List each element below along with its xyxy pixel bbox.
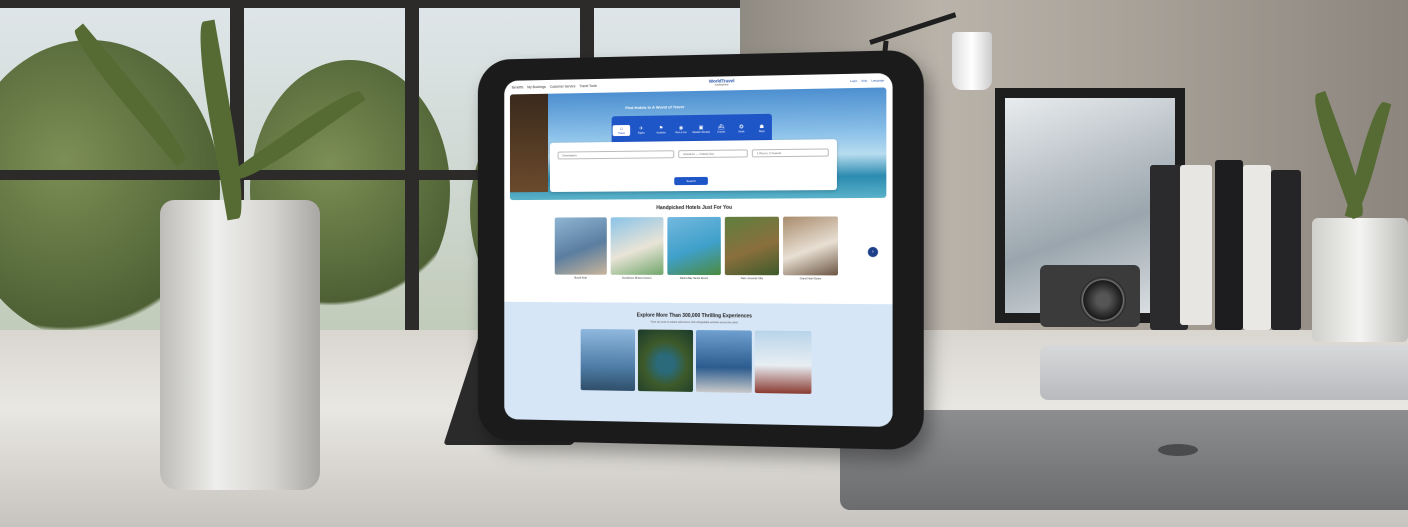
experience-card-mount-fuji[interactable] (754, 330, 811, 394)
chevron-right-icon: › (872, 248, 874, 256)
search-panel: Destination Check-In — Check-Out 1 Room,… (549, 139, 837, 193)
book (1271, 170, 1301, 330)
login-link[interactable]: Login (850, 79, 857, 83)
tablet-device: Benefits My Bookings Customer Service Tr… (477, 49, 924, 451)
tab-vacation-rentals[interactable]: ▣ Vacation Rentals (692, 124, 710, 133)
site-logo[interactable]: WorldTravel marketplace (709, 79, 735, 88)
nav-customer-service[interactable]: Customer Service (550, 84, 576, 88)
hotel-name: Palm Jumeirah Villa (740, 277, 763, 281)
hotel-name: Burj Al Arab (574, 276, 587, 280)
hotel-image (610, 217, 664, 275)
search-button[interactable]: Search (674, 176, 708, 186)
experience-card-statue-of-liberty[interactable] (580, 328, 635, 391)
hotel-card[interactable]: Marina Bay Sands Resort (667, 216, 721, 281)
hotel-name: Grand Hotel Suites (799, 277, 822, 281)
destination-input[interactable]: Destination (557, 150, 675, 160)
tab-label: Flights (637, 131, 645, 135)
hero-banner: Find Hotels In A World of Travel ⌂ Hotels… (509, 87, 887, 201)
carousel-next-button[interactable]: › (867, 246, 879, 258)
header-nav: Benefits My Bookings Customer Service Tr… (512, 84, 597, 90)
laptop-closed (1040, 345, 1408, 400)
tab-label: Deals (738, 129, 745, 133)
hotel-name: Excellence Riviera Cancun (622, 276, 652, 280)
camera (1040, 265, 1140, 327)
nav-benefits[interactable]: Benefits (512, 85, 524, 89)
laptop-closed (840, 410, 1408, 510)
book (1243, 165, 1271, 330)
nav-my-bookings[interactable]: My Bookings (527, 85, 546, 89)
hotel-image (724, 216, 780, 276)
hotel-image (667, 216, 721, 276)
tab-hotels[interactable]: ⌂ Hotels (612, 124, 631, 136)
nav-travel-tools[interactable]: Travel Tools (579, 84, 596, 88)
tab-label: Cruises (717, 130, 726, 134)
tab-cruises[interactable]: ⛴ Cruises (712, 124, 730, 133)
tab-label: Hotels (618, 131, 625, 135)
hotels-section-title: Handpicked Hotels Just For You (656, 204, 733, 212)
experiences-subtitle: From city tours to outdoor adventures, f… (650, 320, 738, 325)
lamp-shade (952, 32, 992, 90)
hotel-carousel: Burj Al Arab Excellence Riviera Cancun M… (504, 216, 892, 280)
hotel-card[interactable]: Burj Al Arab (554, 217, 607, 280)
guests-input[interactable]: 1 Room, 2 Guests (751, 148, 829, 158)
hotel-card[interactable]: Grand Hotel Suites (783, 216, 838, 280)
tab-stays[interactable]: ☗ Stays (753, 123, 771, 132)
tab-activities[interactable]: ⚑ Activities (652, 125, 670, 134)
book (1215, 160, 1243, 330)
hero-umbrella-image (509, 93, 549, 193)
tab-deals[interactable]: ✪ Deals (732, 124, 750, 133)
tablet-screen: Benefits My Bookings Customer Service Tr… (504, 72, 893, 428)
hotel-name: Marina Bay Sands Resort (679, 276, 709, 281)
tab-label: Rent a Car (675, 130, 687, 134)
white-vase (160, 200, 320, 490)
experiences-section: Explore More Than 300,000 Thrilling Expe… (504, 301, 893, 428)
experience-card-universal-studios[interactable] (695, 330, 752, 393)
hotel-image (554, 217, 607, 275)
window-mullion (0, 0, 760, 8)
book (1180, 165, 1212, 325)
tab-rent-a-car[interactable]: ◉ Rent a Car (672, 125, 690, 134)
language-link[interactable]: Language (871, 78, 884, 82)
logo-subtext: marketplace (714, 83, 729, 87)
hero-title: Find Hotels In A World of Travel (625, 104, 685, 111)
tab-label: Vacation Rentals (692, 130, 710, 134)
hotel-card[interactable]: Excellence Riviera Cancun (610, 217, 664, 280)
photo-scene: Benefits My Bookings Customer Service Tr… (0, 0, 1408, 527)
plant-pot (1312, 218, 1408, 342)
experience-carousel (504, 328, 892, 395)
tab-label: Activities (656, 130, 666, 135)
experience-card-cenote[interactable] (637, 329, 693, 392)
hotel-image (783, 216, 838, 276)
tab-flights[interactable]: ✈ Flights (632, 125, 650, 134)
dates-input[interactable]: Check-In — Check-Out (678, 149, 748, 159)
help-link[interactable]: Help (861, 79, 867, 83)
hotel-card[interactable]: Palm Jumeirah Villa (724, 216, 780, 281)
tab-label: Stays (758, 129, 765, 133)
account-menu: Login Help Language (850, 78, 884, 83)
